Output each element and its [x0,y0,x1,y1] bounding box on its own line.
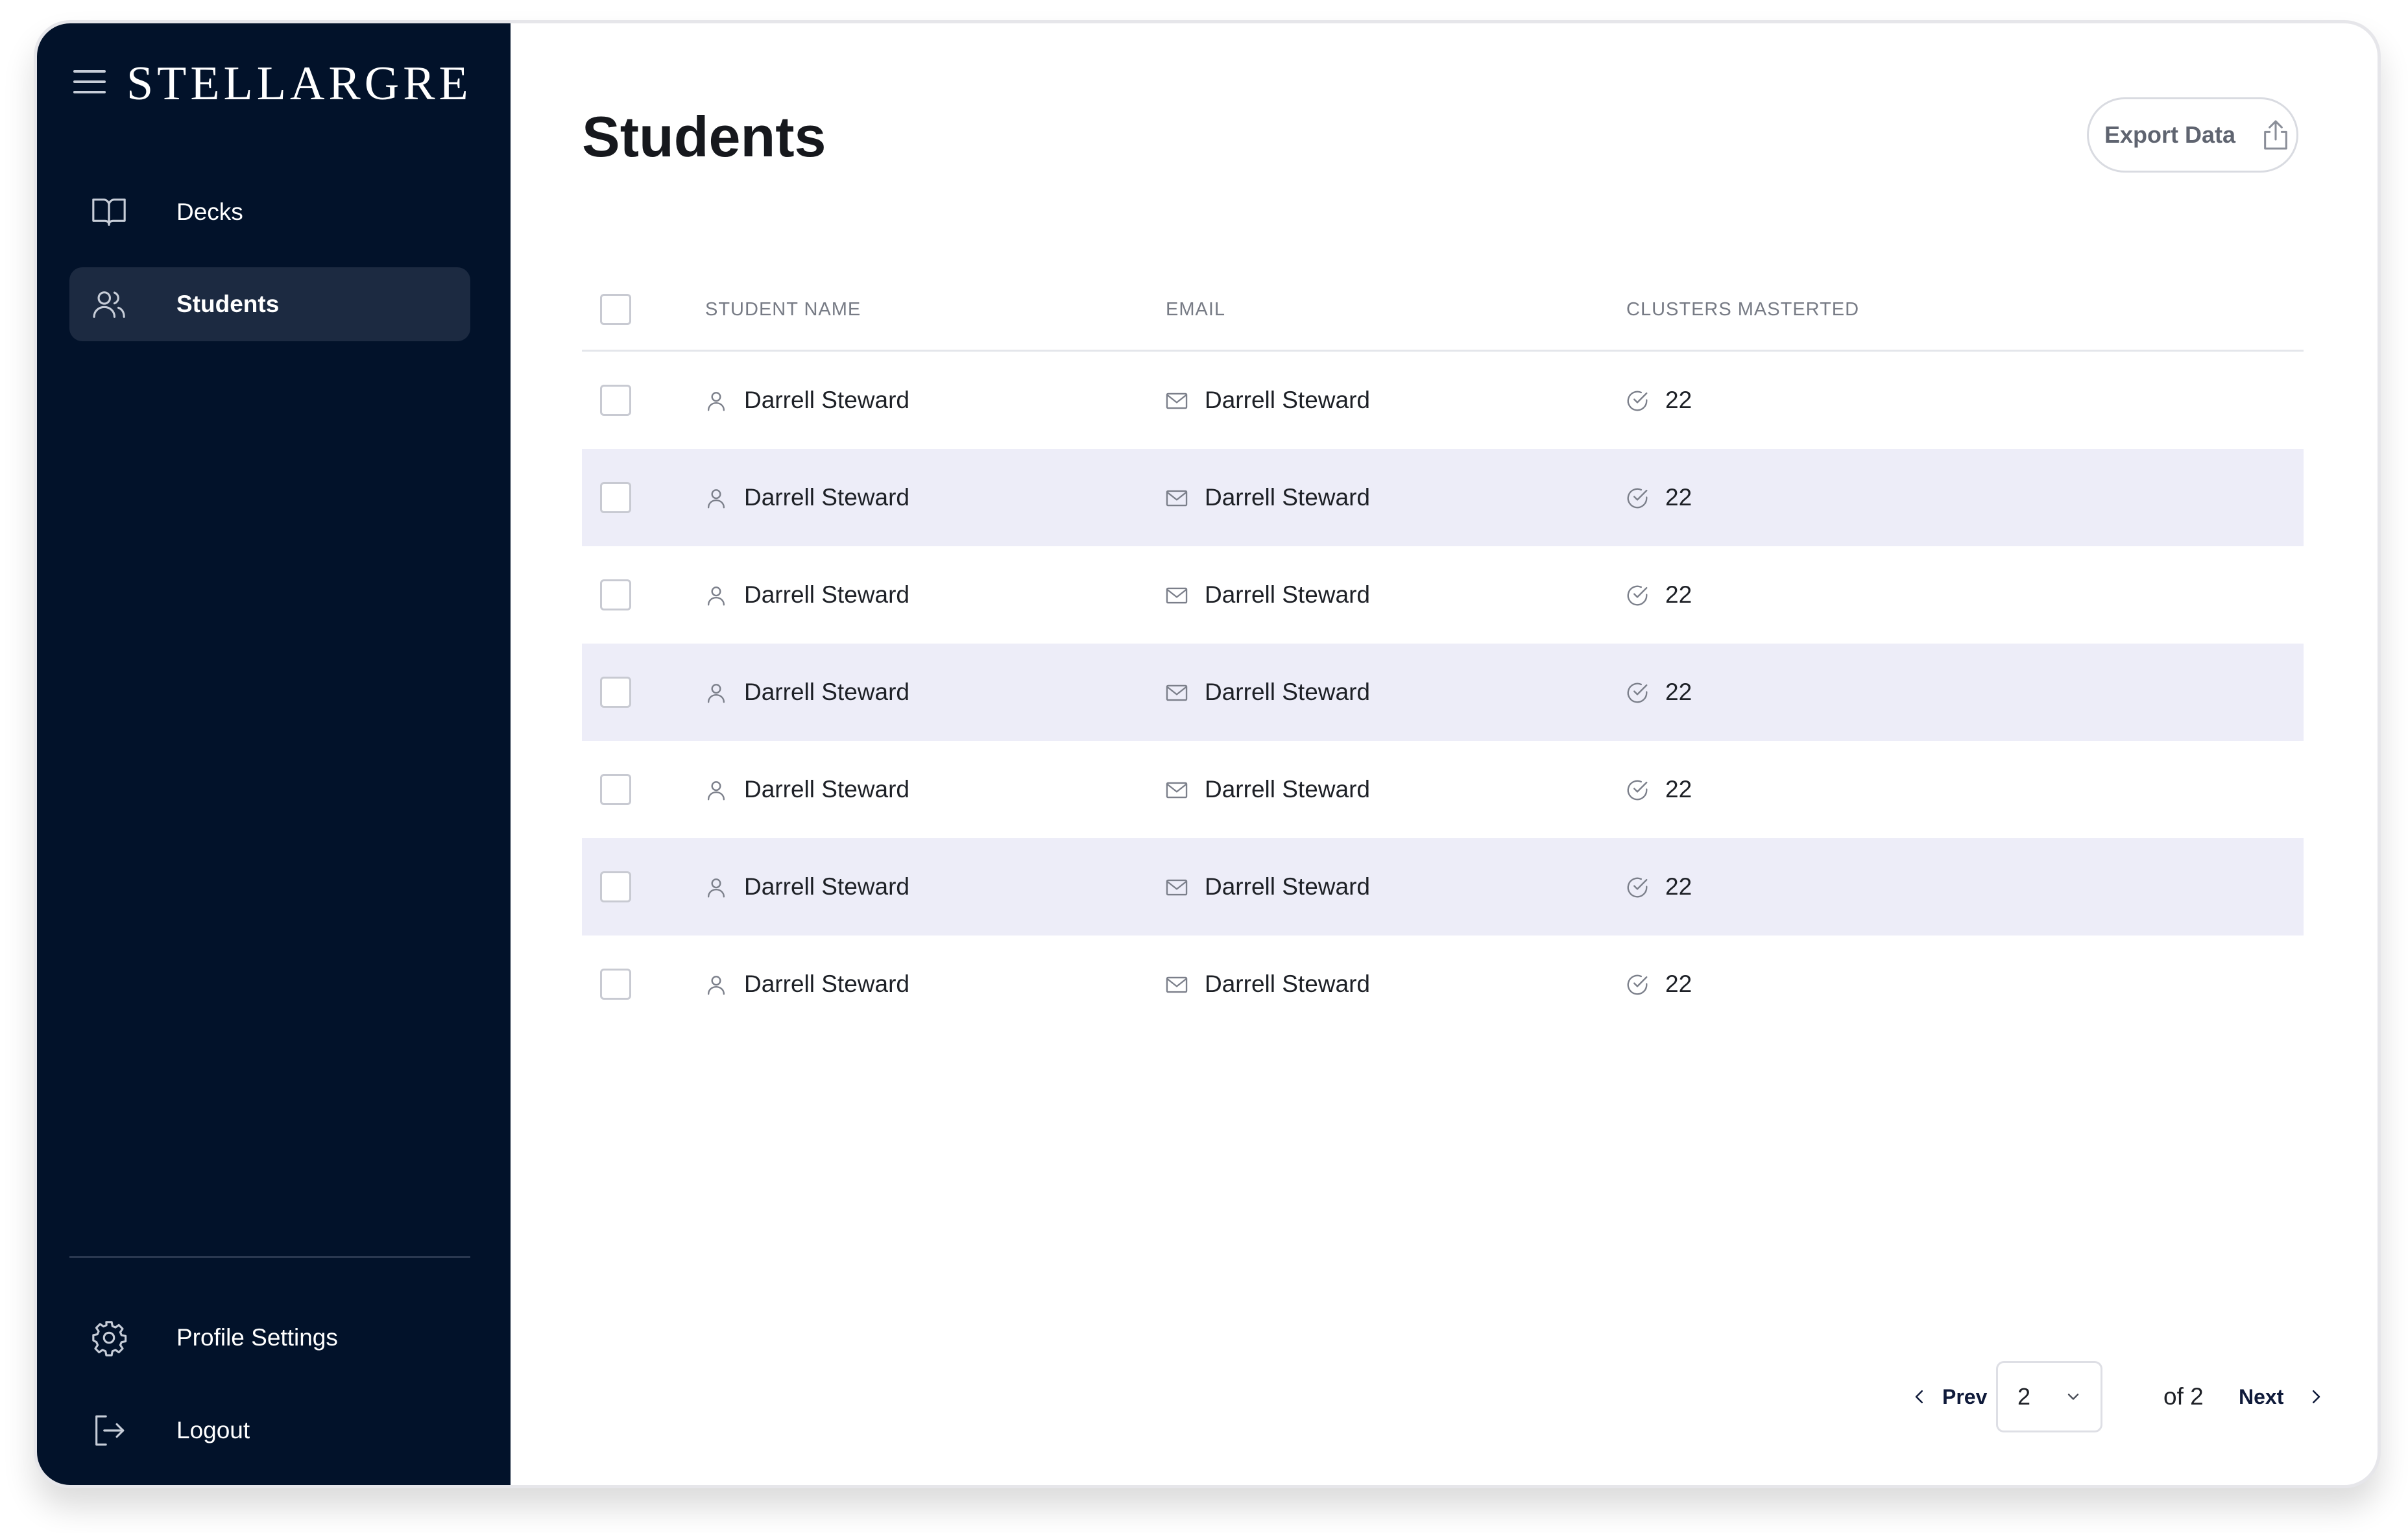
column-header-student-name[interactable]: STUDENT NAME [705,299,861,320]
row-checkbox[interactable] [600,579,631,610]
clusters-mastered-value: 22 [1665,484,1692,511]
sidebar: STELLARGRE Decks Students Profile Settin… [37,23,511,1485]
sidebar-item-logout[interactable]: Logout [69,1394,470,1467]
clusters-mastered-value: 22 [1665,776,1692,803]
check-circle-icon [1625,389,1650,413]
clusters-mastered-value: 22 [1665,679,1692,705]
table-row[interactable]: Darrell Steward Darrell Steward 22 [582,935,2304,1033]
check-circle-icon [1625,972,1650,997]
table-row[interactable]: Darrell Steward Darrell Steward 22 [582,838,2304,935]
select-all-checkbox[interactable] [600,294,631,325]
check-circle-icon [1625,681,1650,705]
student-name: Darrell Steward [744,387,909,413]
check-circle-icon [1625,875,1650,900]
mail-icon [1164,681,1189,705]
mail-icon [1164,389,1189,413]
chevron-right-icon [2313,1390,2320,1403]
export-data-label: Export Data [2104,121,2236,148]
table-header: STUDENT NAME EMAIL CLUSTERS MASTERTED [582,273,2304,352]
table-row[interactable]: Darrell Steward Darrell Steward 22 [582,644,2304,741]
next-page-button[interactable]: Next [2239,1361,2330,1432]
book-open-icon [92,199,126,226]
prev-page-button[interactable]: Prev [1910,1361,1994,1432]
row-checkbox[interactable] [600,969,631,1000]
sidebar-item-label: Logout [176,1417,250,1443]
person-icon [704,778,728,803]
student-name: Darrell Steward [744,873,909,900]
current-page-value: 2 [2017,1383,2031,1410]
student-email: Darrell Steward [1205,776,1370,803]
row-checkbox[interactable] [600,774,631,805]
mail-icon [1164,583,1189,608]
mail-icon [1164,972,1189,997]
students-table: STUDENT NAME EMAIL CLUSTERS MASTERTED Da… [582,273,2304,1033]
person-icon [704,486,728,511]
student-email: Darrell Steward [1205,873,1370,900]
sidebar-item-profile-settings[interactable]: Profile Settings [69,1301,470,1375]
export-data-button[interactable]: Export Data [2087,97,2298,173]
users-icon [93,291,125,318]
person-icon [704,972,728,997]
student-email: Darrell Steward [1205,484,1370,511]
student-email: Darrell Steward [1205,387,1370,413]
row-checkbox[interactable] [600,482,631,513]
column-header-clusters-mastered[interactable]: CLUSTERS MASTERTED [1626,299,1859,320]
main-content: Students Export Data STUDENT NAME EMAIL … [511,23,2378,1485]
table-body: Darrell Steward Darrell Steward 22 Darrell … [582,352,2304,1033]
mail-icon [1164,486,1189,511]
check-circle-icon [1625,583,1650,608]
student-name: Darrell Steward [744,484,909,511]
mail-icon [1164,778,1189,803]
sidebar-divider [69,1256,470,1258]
app-window: STELLARGRE Decks Students Profile Settin… [34,20,2381,1488]
person-icon [704,681,728,705]
student-email: Darrell Steward [1205,679,1370,705]
student-name: Darrell Steward [744,776,909,803]
clusters-mastered-value: 22 [1665,971,1692,997]
brand-logo: STELLARGRE [126,57,472,110]
row-checkbox[interactable] [600,871,631,902]
check-circle-icon [1625,486,1650,511]
logout-icon [95,1415,125,1446]
row-checkbox[interactable] [600,677,631,708]
page-select[interactable]: 2 [1996,1361,2102,1432]
chevron-left-icon [1915,1390,1923,1403]
table-row[interactable]: Darrell Steward Darrell Steward 22 [582,352,2304,449]
prev-label: Prev [1942,1385,1988,1408]
table-row[interactable]: Darrell Steward Darrell Steward 22 [582,449,2304,546]
table-row[interactable]: Darrell Steward Darrell Steward 22 [582,546,2304,644]
row-checkbox[interactable] [600,385,631,416]
student-email: Darrell Steward [1205,971,1370,997]
upload-icon [2264,120,2287,150]
sidebar-item-label: Students [176,291,280,317]
person-icon [704,583,728,608]
next-label: Next [2239,1385,2284,1408]
menu-icon[interactable] [73,69,106,95]
student-email: Darrell Steward [1205,581,1370,608]
clusters-mastered-value: 22 [1665,873,1692,900]
person-icon [704,389,728,413]
sidebar-item-students[interactable]: Students [69,267,470,341]
sidebar-item-label: Decks [176,199,243,225]
gear-icon [92,1321,127,1357]
clusters-mastered-value: 22 [1665,387,1692,413]
sidebar-item-label: Profile Settings [176,1324,338,1351]
person-icon [704,875,728,900]
student-name: Darrell Steward [744,679,909,705]
page-title: Students [582,104,826,169]
check-circle-icon [1625,778,1650,803]
clusters-mastered-value: 22 [1665,581,1692,608]
student-name: Darrell Steward [744,971,909,997]
column-header-email[interactable]: EMAIL [1166,299,1225,320]
sidebar-item-decks[interactable]: Decks [69,175,470,249]
page-count-label: of 2 [2163,1383,2204,1410]
mail-icon [1164,875,1189,900]
student-name: Darrell Steward [744,581,909,608]
chevron-down-icon [2067,1394,2079,1400]
table-row[interactable]: Darrell Steward Darrell Steward 22 [582,741,2304,838]
